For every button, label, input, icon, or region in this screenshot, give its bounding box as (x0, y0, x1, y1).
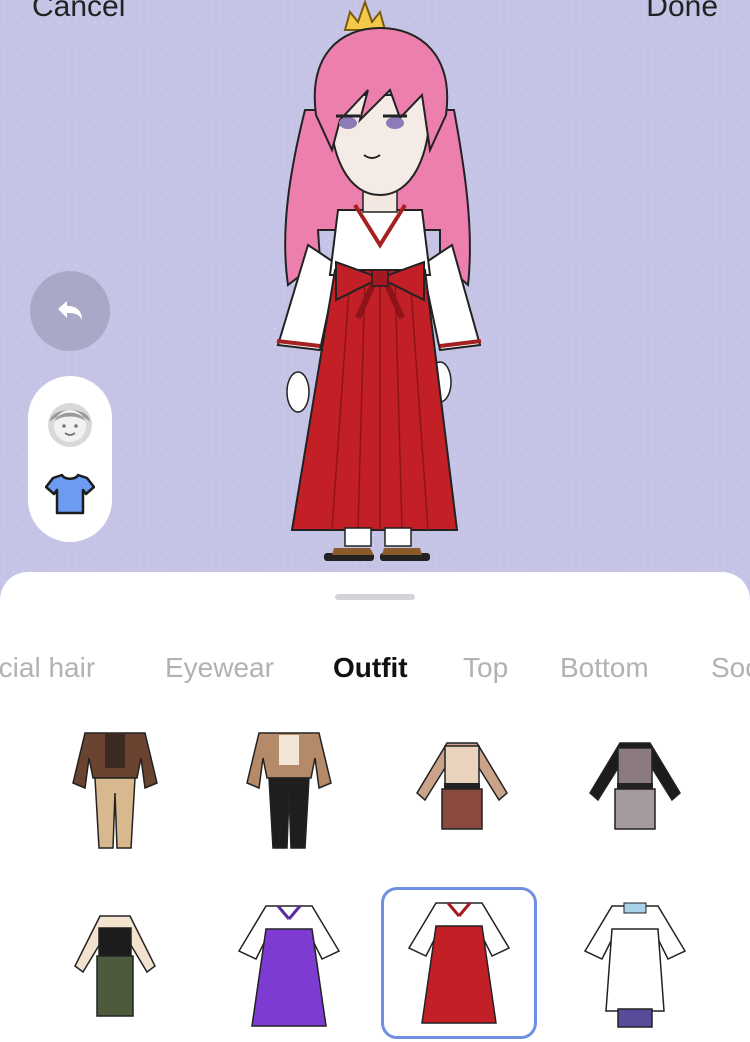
outfit-item[interactable] (211, 890, 367, 1042)
outfit-item[interactable] (557, 712, 713, 864)
outfit-item[interactable] (211, 712, 367, 864)
beige-top-plaid-skirt-thumbnail (416, 742, 508, 830)
face-mode-button[interactable] (44, 398, 96, 450)
avatar-preview-area: Cancel Done (0, 0, 750, 600)
outfit-item[interactable] (557, 890, 713, 1042)
tab-outfit[interactable]: Outfit (333, 652, 408, 684)
undo-arrow-icon (58, 301, 82, 320)
face-icon (48, 403, 92, 447)
black-top-gray-skirt-thumbnail (589, 742, 681, 830)
outfit-item-selected[interactable] (381, 887, 537, 1039)
tab-socks[interactable]: Socks (711, 652, 750, 684)
white-robe-thumbnail (583, 902, 687, 1028)
tab-bottom[interactable]: Bottom (560, 652, 649, 684)
tab-facial-hair[interactable]: Facial hair (0, 652, 95, 684)
sheet-drag-handle[interactable] (335, 594, 415, 600)
undo-button[interactable] (30, 271, 110, 351)
shirt-icon (45, 473, 95, 515)
purple-hakama-thumbnail (237, 905, 341, 1027)
tan-blazer-outfit-thumbnail (246, 732, 332, 849)
cream-top-green-skirt-thumbnail (74, 915, 156, 1017)
outfit-item[interactable] (384, 712, 540, 864)
outfit-grid (0, 712, 750, 1042)
plaid-blazer-outfit-thumbnail (72, 732, 158, 849)
outfit-item[interactable] (37, 890, 193, 1042)
category-tabs: Facial hair Eyewear Outfit Top Bottom So… (0, 652, 750, 692)
outfit-item[interactable] (37, 712, 193, 864)
avatar-character (276, 0, 482, 561)
cancel-button[interactable]: Cancel (32, 0, 125, 24)
customization-sheet: Facial hair Eyewear Outfit Top Bottom So… (0, 572, 750, 1042)
tab-eyewear[interactable]: Eyewear (165, 652, 274, 684)
tab-top[interactable]: Top (463, 652, 508, 684)
editor-mode-switcher (28, 376, 112, 542)
outfit-mode-button[interactable] (44, 468, 96, 520)
done-button[interactable]: Done (646, 0, 718, 24)
red-hakama-thumbnail (407, 902, 511, 1024)
